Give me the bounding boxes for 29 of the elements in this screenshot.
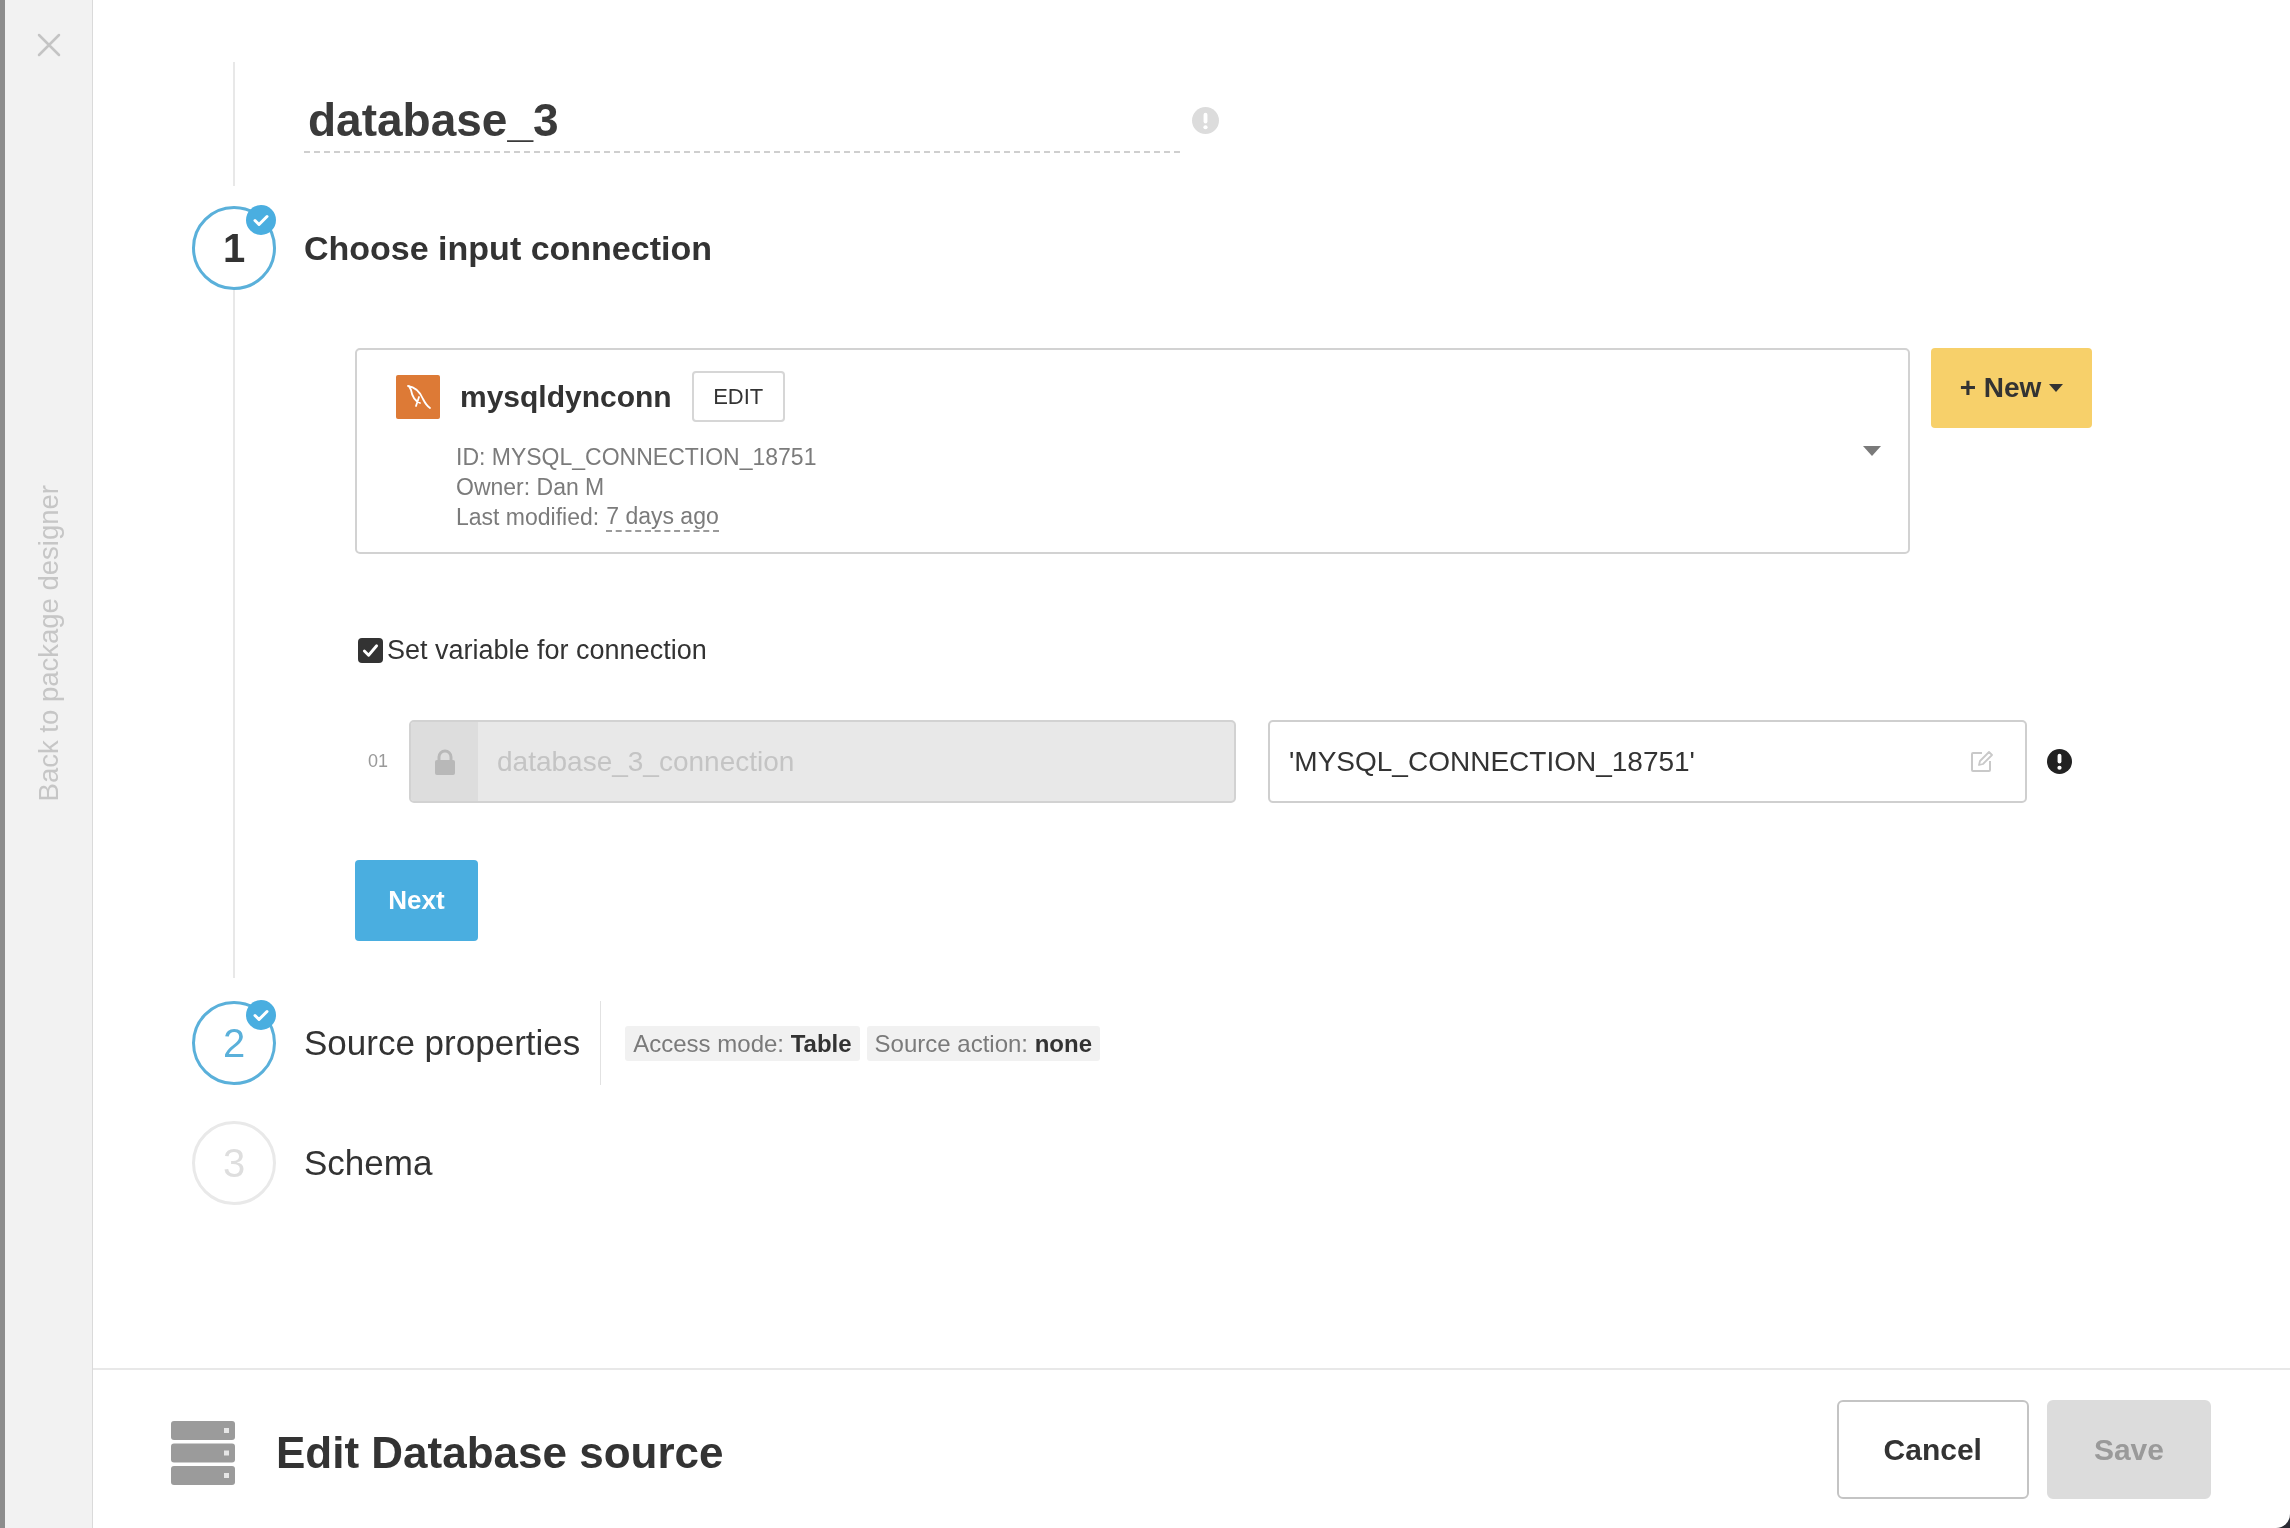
edit-icon[interactable]	[1969, 749, 1993, 774]
connection-select[interactable]: mysqldynconn EDIT ID: MYSQL_CONNECTION_18751 Owner: Dan M Last modified: 7 days ago	[355, 348, 1910, 554]
checkbox-label: Set variable for connection	[387, 633, 707, 667]
check-icon	[362, 641, 379, 659]
connection-detail: Owner: Dan M	[456, 473, 605, 502]
modified-label: Last modified:	[456, 503, 600, 532]
step-title[interactable]: Choose input connection	[304, 222, 712, 274]
checkbox[interactable]	[358, 637, 383, 663]
modified-time: 7 days ago	[606, 502, 719, 532]
lock-icon	[433, 748, 456, 775]
edit-button[interactable]: EDIT	[691, 371, 785, 422]
caret-icon	[2049, 384, 2064, 392]
connection-detail: ID: MYSQL_CONNECTION_18751	[456, 443, 817, 472]
row-number: 01	[367, 750, 389, 773]
alert-icon	[1192, 107, 1219, 134]
server-stack-icon	[171, 1421, 235, 1485]
summary-tag: Access mode: Table	[625, 1025, 860, 1061]
connector-logo-icon	[396, 374, 440, 419]
summary-tag: Source action: none	[866, 1025, 1100, 1061]
footer-title: Edit Database source	[276, 1427, 724, 1479]
alert-icon	[2047, 749, 2072, 774]
cancel-button[interactable]: Cancel	[1836, 1399, 2029, 1499]
caret-icon	[1863, 446, 1881, 456]
connection-name: mysqldynconn	[460, 379, 672, 415]
step-title[interactable]: Schema	[304, 1136, 433, 1190]
step-title[interactable]: Source properties	[304, 1016, 581, 1070]
name-field[interactable]: database_3	[304, 88, 1180, 153]
close-icon[interactable]	[35, 32, 62, 58]
new-button[interactable]: + New	[1931, 348, 2092, 428]
